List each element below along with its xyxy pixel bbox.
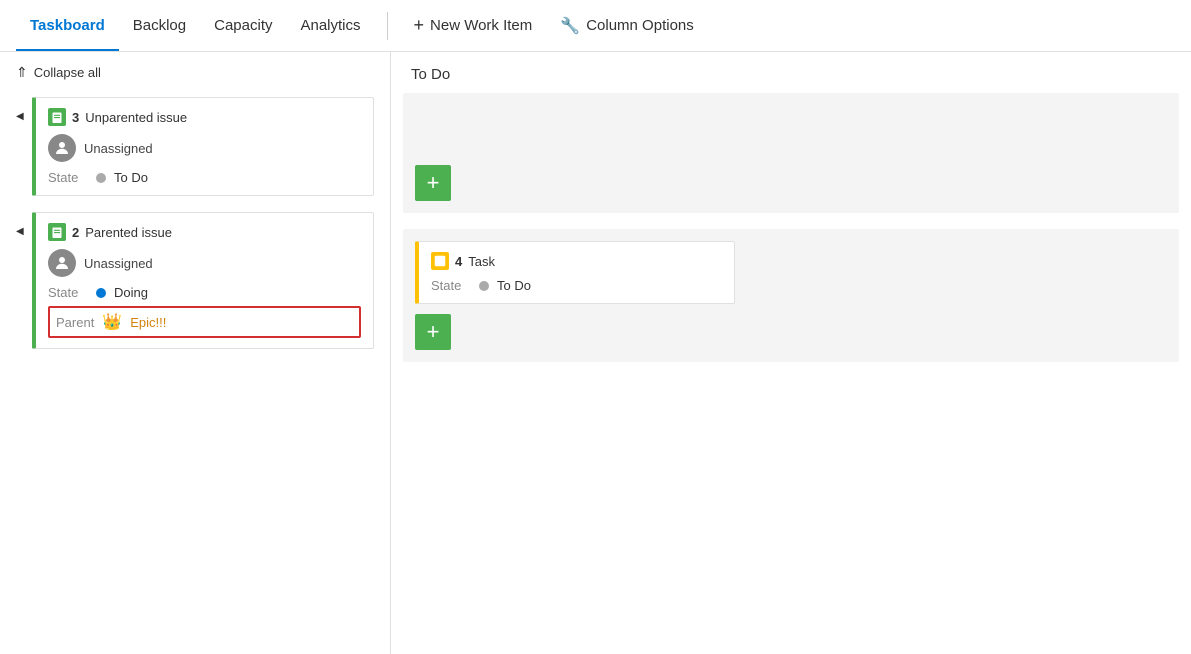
column-options-button[interactable]: 🔧 Column Options: [546, 16, 707, 36]
card-header-2: 2 Parented issue: [48, 223, 361, 241]
issue-icon-2: [48, 223, 66, 241]
nav-divider: [387, 12, 388, 40]
tab-capacity[interactable]: Capacity: [200, 0, 286, 51]
new-work-item-button[interactable]: + New Work Item: [400, 15, 547, 36]
task-card-4: 4 Task State To Do: [415, 241, 735, 304]
right-panel: To Do + 4 Task: [390, 52, 1191, 654]
left-panel: ⇑ Collapse all ◀ 3 Unparented issue: [0, 52, 390, 654]
plus-icon: +: [414, 15, 425, 36]
state-row-2: State Doing: [48, 285, 361, 300]
row-collapse-arrow-1[interactable]: ◀: [16, 111, 32, 122]
tab-backlog[interactable]: Backlog: [119, 0, 200, 51]
add-work-item-button-1[interactable]: +: [415, 165, 451, 201]
wrench-icon: 🔧: [560, 16, 580, 36]
state-dot-1: [96, 173, 106, 183]
task-state-dot-4: [479, 281, 489, 291]
tab-analytics[interactable]: Analytics: [286, 0, 374, 51]
column-section-2: 4 Task State To Do +: [403, 229, 1179, 362]
collapse-all-button[interactable]: ⇑ Collapse all: [16, 64, 374, 81]
tab-taskboard[interactable]: Taskboard: [16, 0, 119, 51]
task-state-row-4: State To Do: [431, 278, 722, 293]
task-icon-4: [431, 252, 449, 270]
add-work-item-button-2[interactable]: +: [415, 314, 451, 350]
collapse-icon: ⇑: [16, 64, 28, 81]
column-section-1: +: [403, 93, 1179, 213]
state-row-1: State To Do: [48, 170, 361, 185]
assignee-row-1: Unassigned: [48, 134, 361, 162]
crown-icon: 👑: [102, 312, 122, 332]
work-item-row-2: ◀ 2 Parented issue: [16, 212, 374, 349]
column-header-todo: To Do: [391, 52, 1191, 93]
assignee-row-2: Unassigned: [48, 249, 361, 277]
top-nav: Taskboard Backlog Capacity Analytics + N…: [0, 0, 1191, 52]
avatar-1: [48, 134, 76, 162]
work-item-row: ◀ 3 Unparented issue: [16, 97, 374, 196]
row-collapse-arrow-2[interactable]: ◀: [16, 226, 32, 237]
work-item-card-2: 2 Parented issue Unassigned State D: [32, 212, 374, 349]
issue-icon-1: [48, 108, 66, 126]
parent-row-2: Parent 👑 Epic!!!: [48, 306, 361, 338]
task-card-header-4: 4 Task: [431, 252, 722, 270]
main-content: ⇑ Collapse all ◀ 3 Unparented issue: [0, 52, 1191, 654]
avatar-2: [48, 249, 76, 277]
work-item-card-1: 3 Unparented issue Unassigned State: [32, 97, 374, 196]
card-header-1: 3 Unparented issue: [48, 108, 361, 126]
state-dot-2: [96, 288, 106, 298]
